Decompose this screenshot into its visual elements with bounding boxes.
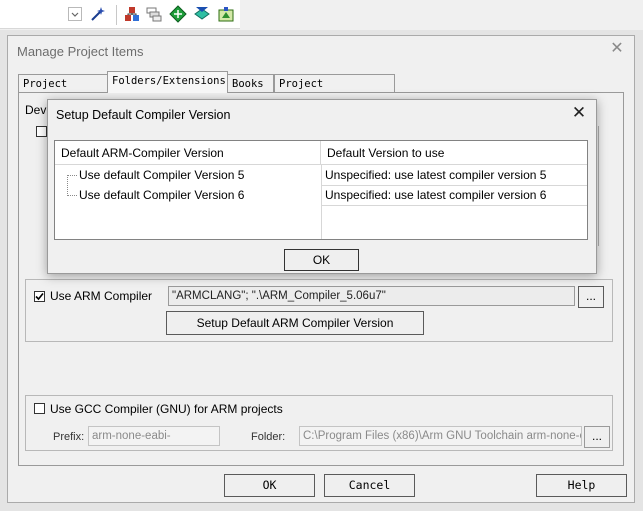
close-icon[interactable]: ✕ <box>570 104 588 122</box>
row-divider <box>322 205 587 206</box>
compiler-version-list[interactable]: Default ARM-Compiler Version Default Ver… <box>54 140 588 240</box>
magic-wand-icon[interactable] <box>89 5 107 23</box>
list-item-name[interactable]: Use default Compiler Version 6 <box>79 185 244 205</box>
hidden-panel-edge <box>598 126 607 246</box>
hidden-checkbox[interactable] <box>36 126 47 137</box>
list-item-value[interactable]: Unspecified: use latest compiler version… <box>325 185 546 205</box>
arm-compiler-path-field[interactable]: "ARMCLANG"; ".\ARM_Compiler_5.06u7" <box>168 286 575 306</box>
use-gcc-compiler-checkbox[interactable] <box>34 403 45 414</box>
tab-project-info-layer[interactable]: Project Info/Layer <box>274 74 395 108</box>
tab-books[interactable]: Books <box>227 74 274 92</box>
gcc-prefix-field[interactable]: arm-none-eabi- <box>88 426 220 446</box>
arm-browse-button[interactable]: ... <box>578 286 604 308</box>
diamond-green-icon[interactable] <box>169 5 187 23</box>
folder-label: Folder: <box>251 431 286 443</box>
layers-icon[interactable] <box>145 5 163 23</box>
use-gcc-compiler-label: Use GCC Compiler (GNU) for ARM projects <box>50 402 283 416</box>
tree-line <box>67 175 77 176</box>
use-arm-compiler-label: Use ARM Compiler <box>50 289 153 303</box>
tree-line <box>67 175 68 196</box>
modal-ok-button[interactable]: OK <box>284 249 359 271</box>
gcc-browse-button[interactable]: ... <box>584 426 610 448</box>
package-icon[interactable] <box>217 5 235 23</box>
prefix-label: Prefix: <box>53 431 85 443</box>
gcc-folder-field[interactable]: C:\Program Files (x86)\Arm GNU Toolchain… <box>299 426 582 446</box>
column-header-default-arm-compiler-version[interactable]: Default ARM-Compiler Version <box>55 141 321 165</box>
tab-folders-extensions[interactable]: Folders/Extensions <box>107 71 228 93</box>
dropdown-arrow-icon[interactable] <box>68 7 82 21</box>
close-icon[interactable]: ✕ <box>608 40 626 58</box>
diamond-arrow-icon[interactable] <box>193 5 211 23</box>
setup-default-arm-compiler-button[interactable]: Setup Default ARM Compiler Version <box>166 311 424 335</box>
dialog-title: Manage Project Items <box>17 44 144 59</box>
use-arm-compiler-checkbox[interactable] <box>34 291 45 302</box>
tab-project-items[interactable]: Project Items <box>18 74 108 108</box>
modal-title: Setup Default Compiler Version <box>56 108 231 122</box>
ok-button[interactable]: OK <box>224 474 315 497</box>
toolbar-separator <box>116 5 117 25</box>
list-item-value[interactable]: Unspecified: use latest compiler version… <box>325 165 546 185</box>
list-item-name[interactable]: Use default Compiler Version 5 <box>79 165 244 185</box>
column-divider <box>321 165 322 239</box>
help-button[interactable]: Help <box>536 474 627 497</box>
setup-default-compiler-version-dialog: Setup Default Compiler Version ✕ Default… <box>47 99 597 274</box>
column-header-default-version-to-use[interactable]: Default Version to use <box>321 141 587 165</box>
project-tree-icon[interactable] <box>123 5 141 23</box>
tree-line <box>67 195 77 196</box>
cancel-button[interactable]: Cancel <box>324 474 415 497</box>
device-label-partial: Devi <box>25 103 50 117</box>
